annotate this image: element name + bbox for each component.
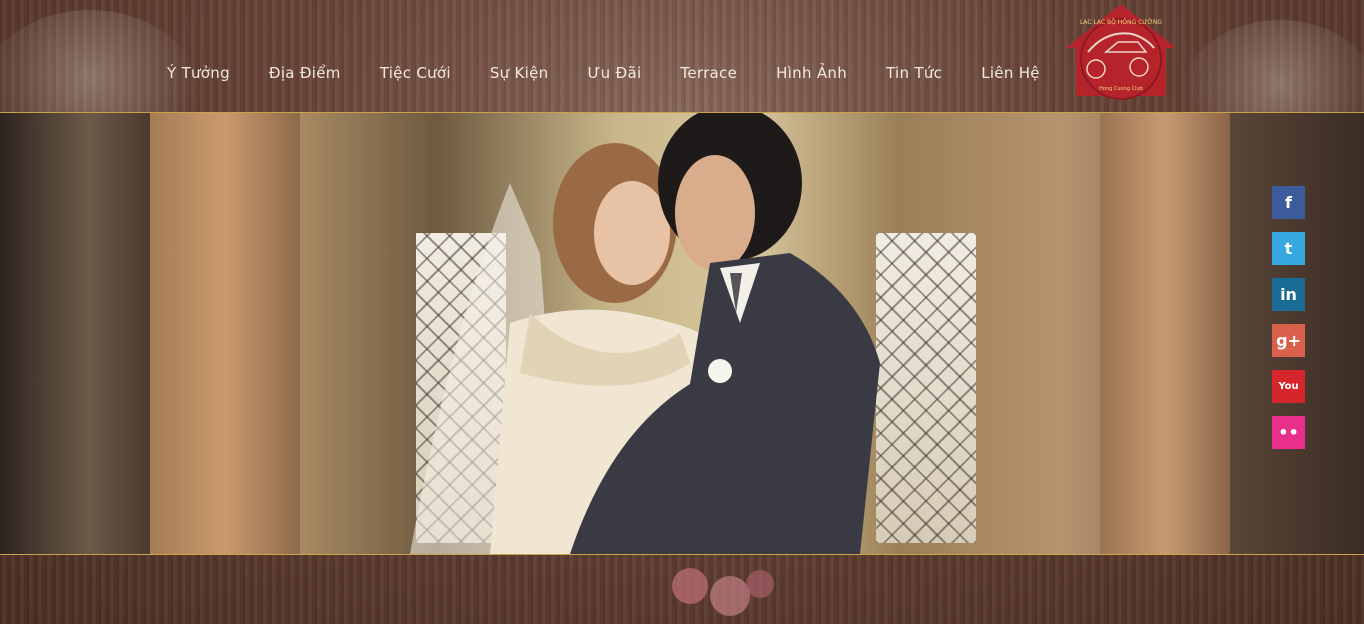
nav-item-uu-dai[interactable]: Ưu Đãi <box>587 64 641 82</box>
hero-pillar-left-2 <box>150 113 300 554</box>
flickr-icon[interactable]: •• <box>1272 416 1305 449</box>
nav-item-su-kien[interactable]: Sự Kiện <box>490 64 549 82</box>
social-links: f t in g+ You •• <box>1272 186 1305 462</box>
nav-menu: Ý Tưởng Địa Điểm Tiệc Cưới Sự Kiện Ưu Đã… <box>167 64 1079 82</box>
google-plus-icon[interactable]: g+ <box>1272 324 1305 357</box>
linkedin-icon[interactable]: in <box>1272 278 1305 311</box>
nav-item-tin-tuc[interactable]: Tin Tức <box>886 64 942 82</box>
twitter-icon[interactable]: t <box>1272 232 1305 265</box>
hero-banner <box>0 112 1364 555</box>
hero-window-right <box>876 233 976 543</box>
nav-item-dia-diem[interactable]: Địa Điểm <box>269 64 341 82</box>
nav-item-terrace[interactable]: Terrace <box>680 64 737 82</box>
logo-sub-text: Hong Cuong Club <box>1099 86 1143 92</box>
nav-item-tiec-cuoi[interactable]: Tiệc Cưới <box>380 64 451 82</box>
site-logo[interactable]: LẠC LẠC BỘ HỒNG CƯỜNG Hong Cuong Club <box>1066 4 1176 104</box>
nav-item-lien-he[interactable]: Liên Hệ <box>981 64 1040 82</box>
hero-pillar-right <box>1100 113 1230 554</box>
wedding-couple-photo <box>410 113 880 554</box>
hero-pillar-left <box>0 113 150 554</box>
nav-item-hinh-anh[interactable]: Hình Ảnh <box>776 64 847 82</box>
youtube-icon[interactable]: You <box>1272 370 1305 403</box>
logo-graphic: LẠC LẠC BỘ HỒNG CƯỜNG Hong Cuong Club <box>1066 4 1176 100</box>
main-nav: Ý Tưởng Địa Điểm Tiệc Cưới Sự Kiện Ưu Đã… <box>0 0 1364 112</box>
bouquet-decoration <box>672 568 774 616</box>
nav-item-y-tuong[interactable]: Ý Tưởng <box>167 64 230 82</box>
facebook-icon[interactable]: f <box>1272 186 1305 219</box>
logo-brand-text: LẠC LẠC BỘ HỒNG CƯỜNG <box>1080 17 1162 26</box>
